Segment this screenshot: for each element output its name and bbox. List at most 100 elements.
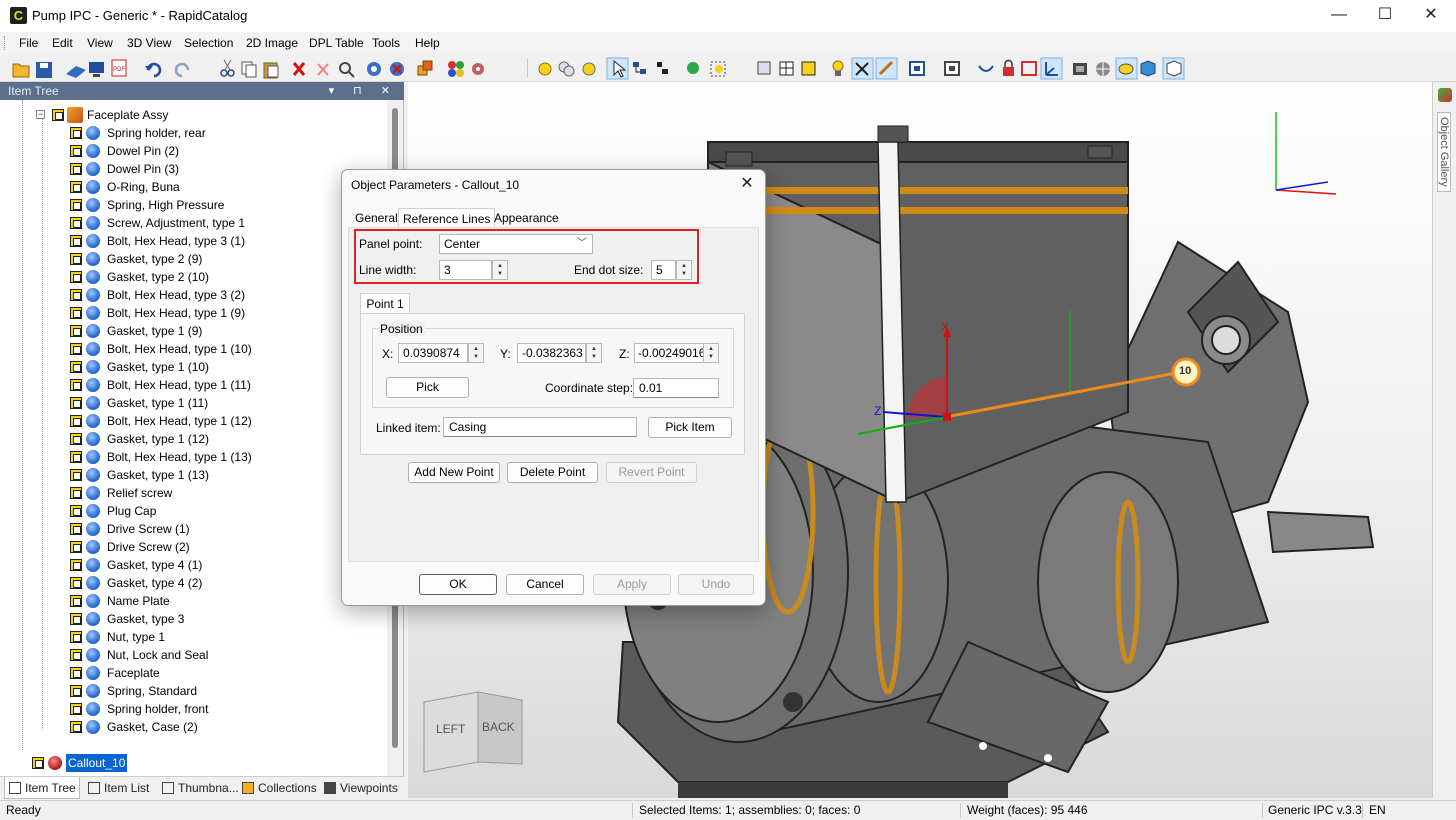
tree-item-row[interactable]: Nut, Lock and Seal [0, 646, 380, 664]
checkbox-icon[interactable] [70, 559, 82, 571]
menu-file[interactable]: File [19, 36, 38, 50]
checkbox-icon[interactable] [70, 433, 82, 445]
checkbox-icon[interactable] [70, 505, 82, 517]
menu-edit[interactable]: Edit [52, 36, 73, 50]
tree-item-row[interactable]: Gasket, type 2 (9) [0, 250, 380, 268]
delete-point-button[interactable]: Delete Point [507, 462, 598, 483]
tab-reference-lines[interactable]: Reference Lines [398, 208, 496, 228]
checkbox-icon[interactable] [70, 649, 82, 661]
checkbox-icon[interactable] [70, 577, 82, 589]
add-new-point-button[interactable]: Add New Point [408, 462, 500, 483]
checkbox-icon[interactable] [70, 145, 82, 157]
tree-item-row[interactable]: Relief screw [0, 484, 380, 502]
menu-dpl-table[interactable]: DPL Table [309, 36, 364, 50]
cancel-button[interactable]: Cancel [506, 574, 584, 595]
tree-item-row[interactable]: Bolt, Hex Head, type 1 (12) [0, 412, 380, 430]
checkbox-icon[interactable] [70, 289, 82, 301]
checkbox-icon[interactable] [70, 163, 82, 175]
menu-view[interactable]: View [87, 36, 113, 50]
close-window-button[interactable]: ✕ [1408, 0, 1454, 32]
tree-item-row[interactable]: Name Plate [0, 592, 380, 610]
checkbox-icon[interactable] [70, 199, 82, 211]
checkbox-icon[interactable] [70, 595, 82, 607]
checkbox-icon[interactable] [32, 757, 44, 769]
tab-point-1[interactable]: Point 1 [360, 293, 410, 314]
tree-item-row[interactable]: Dowel Pin (2) [0, 142, 380, 160]
tab-general[interactable]: General [351, 208, 402, 228]
checkbox-icon[interactable] [70, 451, 82, 463]
tree-item-row[interactable]: Bolt, Hex Head, type 1 (13) [0, 448, 380, 466]
tree-item-row[interactable]: Dowel Pin (3) [0, 160, 380, 178]
tab-appearance[interactable]: Appearance [490, 208, 563, 228]
tree-item-row[interactable]: Spring, High Pressure [0, 196, 380, 214]
tree-item-row[interactable]: Gasket, type 1 (11) [0, 394, 380, 412]
checkbox-icon[interactable] [70, 415, 82, 427]
coordinate-step-input[interactable]: 0.01 [633, 378, 719, 398]
undo-button[interactable]: Undo [678, 574, 754, 595]
collapse-icon[interactable]: − [36, 110, 45, 119]
tree-item-row[interactable]: Bolt, Hex Head, type 1 (10) [0, 340, 380, 358]
checkbox-icon[interactable] [70, 487, 82, 499]
checkbox-icon[interactable] [70, 721, 82, 733]
tab-viewpoints[interactable]: Viewpoints [320, 777, 402, 799]
callout-number-label[interactable]: 10 [1179, 365, 1191, 377]
checkbox-icon[interactable] [70, 325, 82, 337]
object-gallery-tab[interactable]: Object Gallery [1437, 112, 1451, 192]
checkbox-icon[interactable] [70, 307, 82, 319]
viewcube-left-face[interactable]: LEFT [436, 722, 465, 736]
tree-item-row[interactable]: Bolt, Hex Head, type 3 (1) [0, 232, 380, 250]
checkbox-icon[interactable] [70, 397, 82, 409]
z-stepper[interactable]: ▲ ▼ [703, 343, 719, 363]
y-coordinate-input[interactable]: -0.0382363 [517, 343, 586, 363]
checkbox-icon[interactable] [70, 631, 82, 643]
tree-item-row[interactable]: Gasket, type 2 (10) [0, 268, 380, 286]
gallery-icon[interactable] [1438, 88, 1452, 102]
tab-item-list[interactable]: Item List [84, 777, 156, 799]
checkbox-icon[interactable] [70, 253, 82, 265]
checkbox-icon[interactable] [70, 361, 82, 373]
tree-root-row[interactable]: − Faceplate Assy [0, 106, 380, 124]
tree-item-row[interactable]: Gasket, type 4 (1) [0, 556, 380, 574]
tree-item-row[interactable]: O-Ring, Buna [0, 178, 380, 196]
x-stepper[interactable]: ▲ ▼ [468, 343, 484, 363]
tree-item-row[interactable]: Faceplate [0, 664, 380, 682]
linked-item-field[interactable]: Casing [443, 417, 637, 437]
panel-point-select[interactable]: Center ﹀ [439, 234, 593, 254]
menu-3d-view[interactable]: 3D View [127, 36, 171, 50]
checkbox-icon[interactable] [70, 343, 82, 355]
tab-thumbnails[interactable]: Thumbna... [158, 777, 239, 799]
tree-item-row[interactable]: Gasket, type 1 (13) [0, 466, 380, 484]
menu-help[interactable]: Help [415, 36, 440, 50]
z-coordinate-input[interactable]: -0.00249016 [634, 343, 704, 363]
revert-point-button[interactable]: Revert Point [606, 462, 697, 483]
tree-item-row[interactable]: Spring holder, rear [0, 124, 380, 142]
checkbox-icon[interactable] [70, 469, 82, 481]
tree-item-row[interactable]: Gasket, type 1 (10) [0, 358, 380, 376]
menu-selection[interactable]: Selection [184, 36, 233, 50]
tree-item-row[interactable]: Spring, Standard [0, 682, 380, 700]
checkbox-icon[interactable] [70, 379, 82, 391]
panel-controls[interactable]: ▾ ⊓ ✕ [329, 82, 398, 100]
menu-2d-image[interactable]: 2D Image [246, 36, 298, 50]
ok-button[interactable]: OK [419, 574, 497, 595]
maximize-button[interactable]: ☐ [1362, 0, 1408, 32]
pick-item-button[interactable]: Pick Item [648, 417, 732, 438]
checkbox-icon[interactable] [70, 541, 82, 553]
dialog-close-button[interactable]: ✕ [737, 174, 757, 194]
tree-item-row[interactable]: Plug Cap [0, 502, 380, 520]
checkbox-icon[interactable] [70, 667, 82, 679]
checkbox-icon[interactable] [70, 685, 82, 697]
tree-selected-row[interactable]: Callout_10 [0, 754, 380, 772]
tree-item-row[interactable]: Gasket, type 3 [0, 610, 380, 628]
tree-item-row[interactable]: Bolt, Hex Head, type 1 (9) [0, 304, 380, 322]
tree-item-row[interactable]: Screw, Adjustment, type 1 [0, 214, 380, 232]
checkbox-icon[interactable] [70, 703, 82, 715]
tab-collections[interactable]: Collections [238, 777, 318, 799]
checkbox-icon[interactable] [70, 181, 82, 193]
menu-tools[interactable]: Tools [372, 36, 400, 50]
tree-item-row[interactable]: Gasket, Case (2) [0, 718, 380, 736]
line-width-stepper[interactable]: ▲ ▼ [492, 260, 508, 280]
tree-item-row[interactable]: Gasket, type 1 (9) [0, 322, 380, 340]
line-width-input[interactable]: 3 [439, 260, 492, 280]
checkbox-icon[interactable] [70, 613, 82, 625]
